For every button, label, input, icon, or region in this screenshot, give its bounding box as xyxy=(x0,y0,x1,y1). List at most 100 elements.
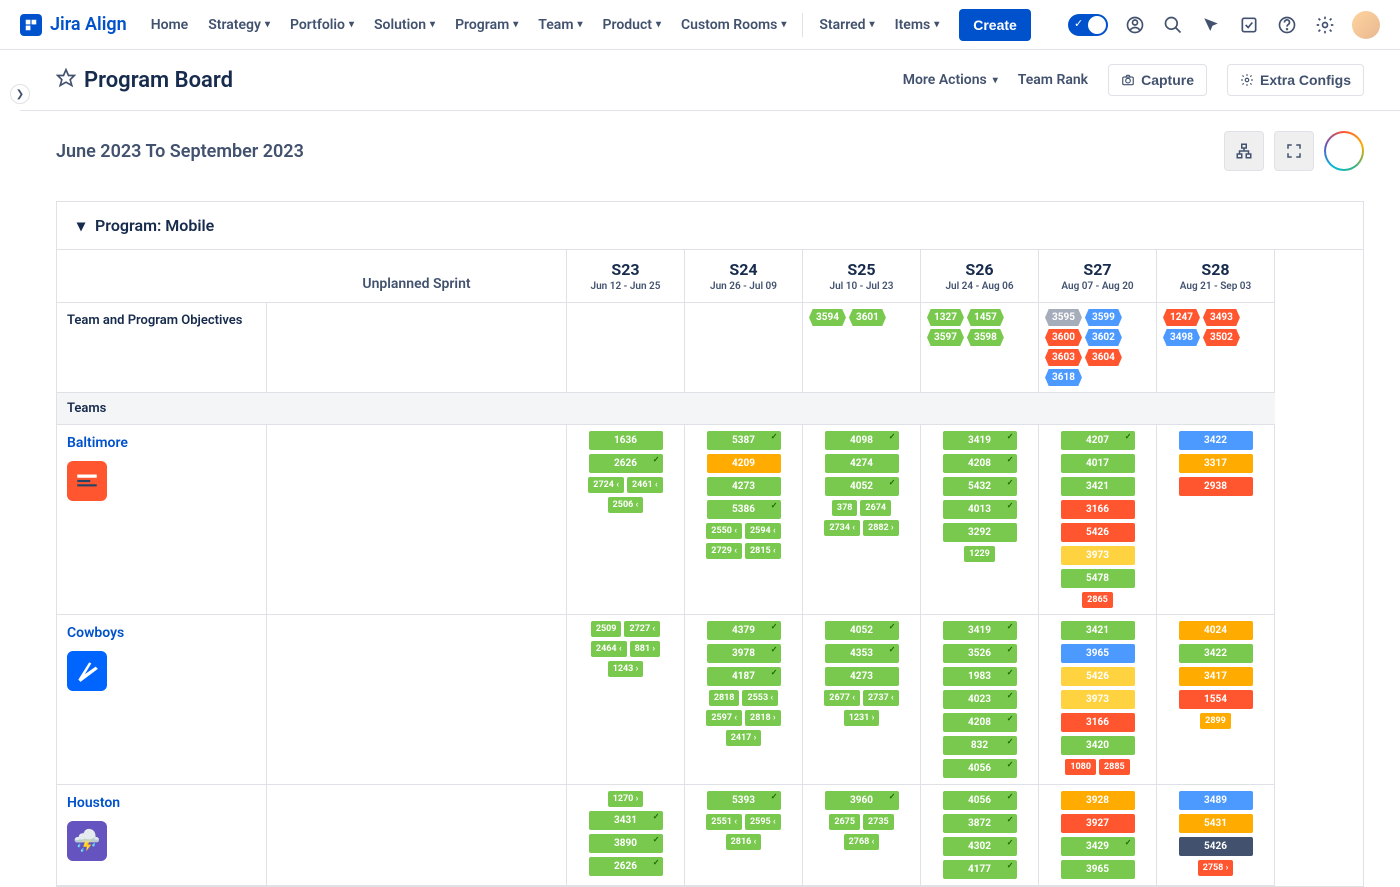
objective-item[interactable]: 3595 xyxy=(1045,309,1082,326)
story-card[interactable]: 3292 xyxy=(943,523,1017,542)
story-card[interactable]: 3965 xyxy=(1061,644,1135,663)
settings-icon[interactable] xyxy=(1314,14,1336,36)
extra-configs-button[interactable]: Extra Configs xyxy=(1227,64,1364,96)
objective-item[interactable]: 3598 xyxy=(967,329,1004,346)
story-small-card[interactable]: 2675 xyxy=(829,814,860,830)
story-card[interactable]: 5432 xyxy=(943,477,1017,496)
story-card[interactable]: 3317 xyxy=(1179,454,1253,473)
nav-starred[interactable]: Starred▾ xyxy=(819,9,874,41)
star-icon[interactable] xyxy=(56,68,76,92)
story-small-card[interactable]: 2595 ‹ xyxy=(745,814,781,830)
story-card[interactable]: 832 xyxy=(943,736,1017,755)
story-card[interactable]: 4208 xyxy=(943,713,1017,732)
story-small-card[interactable]: 1231 › xyxy=(844,710,880,726)
story-card[interactable]: 3965 xyxy=(1061,860,1135,879)
nav-program[interactable]: Program▾ xyxy=(455,17,518,33)
objective-item[interactable]: 3601 xyxy=(849,309,886,326)
capture-button[interactable]: Capture xyxy=(1108,64,1207,96)
objective-item[interactable]: 3599 xyxy=(1085,309,1122,326)
story-small-card[interactable]: 2553 ‹ xyxy=(742,690,778,706)
story-card[interactable]: 4379 xyxy=(707,621,781,640)
dark-mode-toggle[interactable] xyxy=(1068,14,1108,36)
account-icon[interactable] xyxy=(1124,14,1146,36)
story-small-card[interactable]: 2734 ‹ xyxy=(824,520,860,536)
story-small-card[interactable]: 1080 xyxy=(1065,759,1096,775)
story-card[interactable]: 3973 xyxy=(1061,690,1135,709)
story-card[interactable]: 3422 xyxy=(1179,644,1253,663)
objective-item[interactable]: 3502 xyxy=(1203,329,1240,346)
story-small-card[interactable]: 2506 ‹ xyxy=(608,497,644,513)
story-card[interactable]: 4273 xyxy=(707,477,781,496)
objective-item[interactable]: 3604 xyxy=(1085,349,1122,366)
story-card[interactable]: 4013 xyxy=(943,500,1017,519)
story-card[interactable]: 2626 xyxy=(589,454,663,473)
story-small-card[interactable]: 2882 › xyxy=(863,520,899,536)
nav-team[interactable]: Team▾ xyxy=(538,17,582,33)
story-card[interactable]: 5431 xyxy=(1179,814,1253,833)
story-small-card[interactable]: 1229 xyxy=(964,546,995,562)
objective-item[interactable]: 3600 xyxy=(1045,329,1082,346)
color-settings-button[interactable] xyxy=(1324,131,1364,171)
story-card[interactable]: 3431 xyxy=(589,811,663,830)
collapse-icon[interactable]: ▾ xyxy=(77,216,85,235)
story-card[interactable]: 4052 xyxy=(825,621,899,640)
story-small-card[interactable]: 378 xyxy=(832,500,858,516)
story-card[interactable]: 3417 xyxy=(1179,667,1253,686)
story-card[interactable]: 4023 xyxy=(943,690,1017,709)
story-card[interactable]: 4353 xyxy=(825,644,899,663)
objective-item[interactable]: 1457 xyxy=(967,309,1004,326)
nav-portfolio[interactable]: Portfolio▾ xyxy=(290,17,354,33)
story-card[interactable]: 1636 xyxy=(589,431,663,450)
story-card[interactable]: 3422 xyxy=(1179,431,1253,450)
story-card[interactable]: 1554 xyxy=(1179,690,1253,709)
story-card[interactable]: 3526 xyxy=(943,644,1017,663)
story-card[interactable]: 4187 xyxy=(707,667,781,686)
story-small-card[interactable]: 2509 xyxy=(591,621,622,637)
story-card[interactable]: 5393 xyxy=(707,791,781,810)
story-card[interactable]: 4052 xyxy=(825,477,899,496)
story-card[interactable]: 3890 xyxy=(589,834,663,853)
story-small-card[interactable]: 2737 ‹ xyxy=(863,690,899,706)
story-card[interactable]: 4207 xyxy=(1061,431,1135,450)
sidebar-expand-button[interactable]: ❯ xyxy=(10,84,30,104)
story-card[interactable]: 3429 xyxy=(1061,837,1135,856)
story-small-card[interactable]: 2461 ‹ xyxy=(627,477,663,493)
nav-product[interactable]: Product▾ xyxy=(603,17,661,33)
team-name-link[interactable]: Houston xyxy=(67,795,256,811)
nav-solution[interactable]: Solution▾ xyxy=(374,17,435,33)
hierarchy-view-button[interactable] xyxy=(1224,131,1264,171)
nav-custom-rooms[interactable]: Custom Rooms▾ xyxy=(681,17,786,33)
story-card[interactable]: 3927 xyxy=(1061,814,1135,833)
story-small-card[interactable]: 1270 › xyxy=(608,791,644,807)
story-card[interactable]: 4024 xyxy=(1179,621,1253,640)
story-card[interactable]: 3978 xyxy=(707,644,781,663)
story-card[interactable]: 5426 xyxy=(1061,667,1135,686)
story-small-card[interactable]: 2594 ‹ xyxy=(745,523,781,539)
objective-item[interactable]: 1247 xyxy=(1163,309,1200,326)
story-card[interactable]: 5478 xyxy=(1061,569,1135,588)
objective-item[interactable]: 3498 xyxy=(1163,329,1200,346)
story-small-card[interactable]: 2899 xyxy=(1200,713,1231,729)
story-card[interactable]: 4017 xyxy=(1061,454,1135,473)
story-card[interactable]: 1983 xyxy=(943,667,1017,686)
story-small-card[interactable]: 2417 › xyxy=(726,730,762,746)
story-card[interactable]: 3419 xyxy=(943,621,1017,640)
story-small-card[interactable]: 2597 ‹ xyxy=(706,710,742,726)
story-card[interactable]: 3421 xyxy=(1061,477,1135,496)
nav-items[interactable]: Items▾ xyxy=(895,9,940,41)
story-small-card[interactable]: 2815 ‹ xyxy=(745,543,781,559)
objective-item[interactable]: 3603 xyxy=(1045,349,1082,366)
story-card[interactable]: 3872 xyxy=(943,814,1017,833)
team-rank-button[interactable]: Team Rank xyxy=(1018,72,1088,88)
story-small-card[interactable]: 881 › xyxy=(630,641,660,657)
story-small-card[interactable]: 2729 ‹ xyxy=(706,543,742,559)
story-card[interactable]: 3928 xyxy=(1061,791,1135,810)
story-card[interactable]: 3960 xyxy=(825,791,899,810)
story-card[interactable]: 3419 xyxy=(943,431,1017,450)
story-card[interactable]: 4098 xyxy=(825,431,899,450)
story-card[interactable]: 3420 xyxy=(1061,736,1135,755)
objective-item[interactable]: 3493 xyxy=(1203,309,1240,326)
team-name-link[interactable]: Cowboys xyxy=(67,625,256,641)
team-name-link[interactable]: Baltimore xyxy=(67,435,256,451)
objective-item[interactable]: 3597 xyxy=(927,329,964,346)
